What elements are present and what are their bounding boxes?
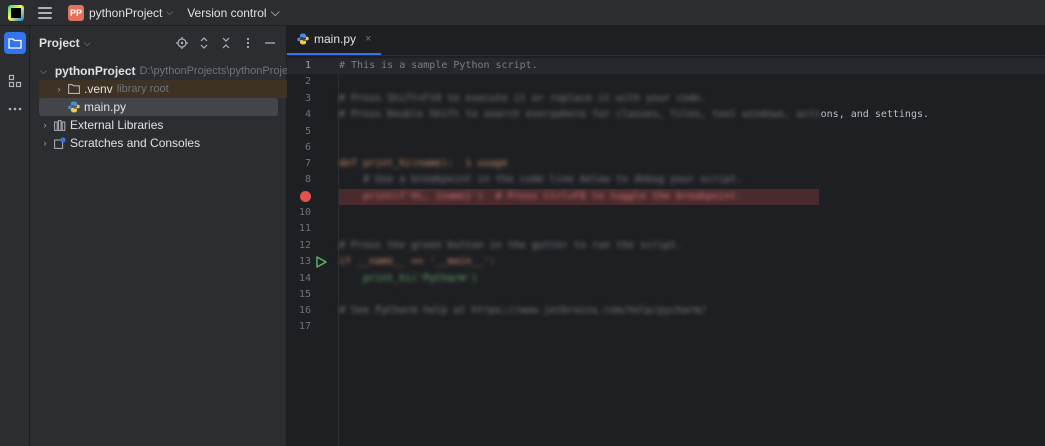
code-text-visible: ons, and settings. bbox=[820, 109, 930, 120]
code-area[interactable]: # This is a sample Python script. # Pres… bbox=[339, 57, 1045, 446]
tree-item-label: main.py bbox=[84, 100, 127, 114]
line-number: 8 bbox=[304, 174, 311, 185]
folder-icon bbox=[8, 38, 22, 49]
tree-item-label: Scratches and Consoles bbox=[70, 136, 201, 150]
code-line-1: # This is a sample Python script. bbox=[339, 60, 538, 71]
run-icon[interactable] bbox=[315, 256, 327, 268]
close-icon[interactable]: × bbox=[365, 33, 371, 45]
tree-item-label: pythonProject bbox=[54, 64, 136, 78]
code-line-13: if __name__ == '__main__': bbox=[339, 256, 496, 267]
more-icon bbox=[8, 107, 22, 111]
project-panel: Project ⌵ ⌵ pythonProject D:\pythonProje… bbox=[30, 26, 297, 446]
version-control-menu[interactable]: Version control ⌵ bbox=[187, 5, 280, 20]
code-line-8: # Use a breakpoint in the code line belo… bbox=[339, 174, 743, 185]
code-line-9: print(f'Hi, {name}') # Press Ctrl+F8 to … bbox=[339, 191, 743, 202]
line-number: 15 bbox=[298, 289, 311, 300]
tree-item-external-libraries[interactable]: › External Libraries bbox=[40, 116, 285, 134]
code-text-blurred: # Press Double Shift to search everywher… bbox=[339, 109, 821, 120]
line-number: 3 bbox=[304, 93, 311, 104]
line-number: 11 bbox=[298, 223, 311, 234]
python-file-icon bbox=[68, 101, 80, 113]
chevron-right-icon[interactable]: › bbox=[40, 120, 50, 130]
locate-icon[interactable] bbox=[174, 35, 190, 51]
line-number: 13 bbox=[298, 256, 311, 267]
code-line-16: # See PyCharm help at https://www.jetbra… bbox=[339, 305, 707, 316]
code-line-7: def print_hi(name): 1 usage bbox=[339, 158, 508, 169]
line-number: 14 bbox=[298, 273, 311, 284]
editor-tab-bar: main.py × bbox=[287, 26, 1045, 56]
project-switcher[interactable]: PP pythonProject ⌵ bbox=[68, 4, 174, 21]
panel-header: Project ⌵ bbox=[30, 26, 286, 60]
code-line-14: print_hi('PyCharm') bbox=[339, 273, 478, 284]
tree-item-path: D:\pythonProjects\pythonProject bbox=[139, 65, 297, 77]
project-name: pythonProject bbox=[89, 5, 163, 20]
python-file-icon bbox=[297, 33, 309, 45]
folder-icon bbox=[68, 84, 80, 94]
structure-tool-button[interactable] bbox=[4, 70, 26, 92]
code-line-12: # Press the green button in the gutter t… bbox=[339, 240, 683, 251]
main-menu-icon[interactable] bbox=[38, 6, 52, 19]
tool-window-strip bbox=[0, 26, 30, 446]
chevron-down-icon[interactable]: ⌵ bbox=[40, 66, 47, 77]
line-number: 12 bbox=[298, 240, 311, 251]
tree-item-main-py[interactable]: main.py bbox=[39, 98, 278, 116]
hide-icon[interactable] bbox=[262, 35, 278, 51]
line-number: 10 bbox=[298, 207, 311, 218]
tab-main-py[interactable]: main.py × bbox=[287, 25, 382, 55]
options-icon[interactable] bbox=[240, 35, 256, 51]
pycharm-logo-icon bbox=[8, 4, 24, 21]
chevron-down-icon: ⌵ bbox=[270, 5, 280, 19]
panel-title[interactable]: Project bbox=[39, 36, 80, 50]
chevron-right-icon[interactable]: › bbox=[40, 138, 50, 148]
chevron-right-icon[interactable]: › bbox=[54, 84, 64, 94]
more-tool-windows-button[interactable] bbox=[4, 98, 26, 120]
project-badge: PP bbox=[68, 4, 84, 21]
libraries-icon bbox=[54, 119, 66, 131]
editor-gutter[interactable]: 1 2 3 4 5 6 7 8 10 11 12 13 14 15 16 17 bbox=[287, 57, 339, 446]
line-number: 6 bbox=[304, 142, 311, 153]
line-number: 1 bbox=[304, 60, 311, 71]
structure-icon bbox=[8, 74, 22, 88]
tree-item-label: .venv bbox=[84, 82, 113, 96]
scratches-icon bbox=[54, 137, 66, 149]
chevron-down-icon[interactable]: ⌵ bbox=[84, 38, 91, 49]
line-number: 7 bbox=[304, 158, 311, 169]
chevron-down-icon: ⌵ bbox=[166, 7, 174, 17]
title-bar: PP pythonProject ⌵ Version control ⌵ bbox=[0, 0, 1045, 26]
tree-item-pythonproject[interactable]: ⌵ pythonProject D:\pythonProjects\python… bbox=[40, 62, 297, 80]
tree-item-scratches[interactable]: › Scratches and Consoles bbox=[40, 134, 285, 152]
tab-label: main.py bbox=[314, 32, 357, 46]
project-tool-button[interactable] bbox=[4, 32, 26, 54]
version-control-label: Version control bbox=[187, 5, 267, 20]
line-number: 4 bbox=[304, 109, 311, 120]
code-line-3: # Press Shift+F10 to execute it or repla… bbox=[339, 93, 707, 104]
editor: main.py × 1 2 3 4 5 6 7 8 10 11 12 13 14… bbox=[287, 26, 1045, 446]
tree-item-extra: library root bbox=[116, 83, 169, 95]
line-number: 16 bbox=[298, 305, 311, 316]
breakpoint-icon[interactable] bbox=[300, 191, 311, 202]
tree-item-label: External Libraries bbox=[70, 118, 164, 132]
expand-all-icon[interactable] bbox=[196, 35, 212, 51]
collapse-all-icon[interactable] bbox=[218, 35, 234, 51]
line-number: 2 bbox=[304, 76, 311, 87]
line-number: 5 bbox=[304, 126, 311, 137]
code-line-4: # Press Double Shift to search everywher… bbox=[339, 107, 929, 123]
tree-item-venv[interactable]: › .venv library root bbox=[39, 80, 287, 98]
line-number: 17 bbox=[298, 321, 311, 332]
